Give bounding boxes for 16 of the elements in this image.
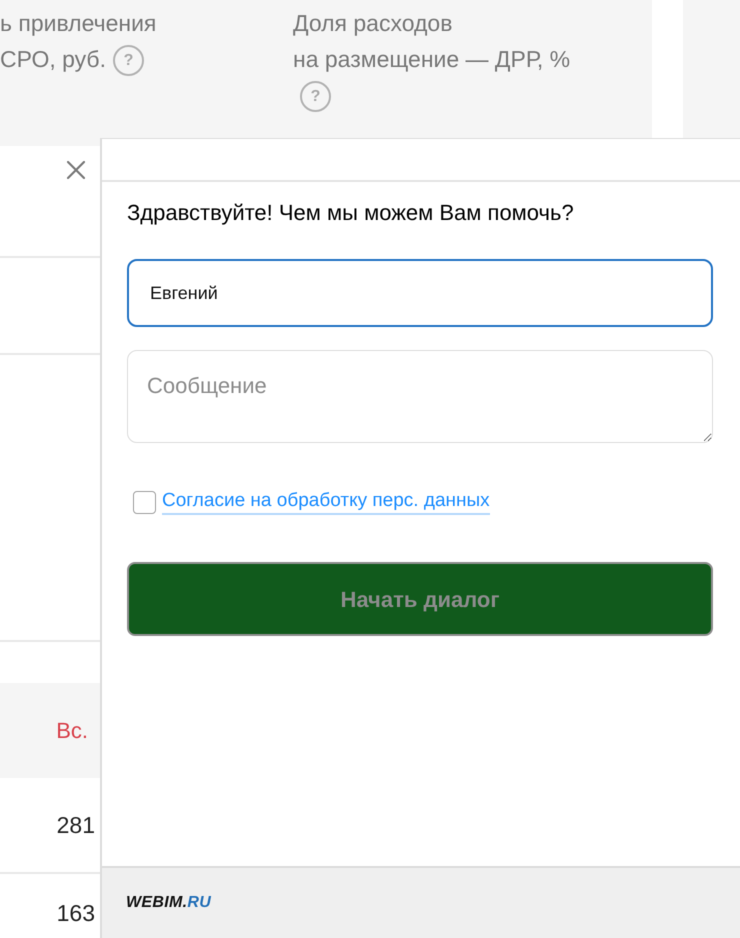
webim-logo[interactable]: WEBIM.RU bbox=[126, 891, 212, 915]
column-heading: Доля расходов bbox=[293, 9, 454, 38]
help-icon[interactable]: ? bbox=[112, 45, 144, 76]
column-heading: ь привлечения bbox=[0, 9, 158, 38]
column-heading: на размещение — ДРР, % bbox=[293, 46, 570, 72]
help-icon[interactable]: ? bbox=[300, 81, 331, 112]
consent-checkbox[interactable] bbox=[133, 490, 156, 514]
weekday-label: Вс. bbox=[56, 717, 88, 745]
message-field[interactable]: Сообщение bbox=[127, 350, 713, 443]
name-field[interactable]: Евгений bbox=[127, 259, 713, 327]
close-icon[interactable] bbox=[67, 161, 85, 179]
table-cell-text: 163 bbox=[56, 899, 95, 928]
table-cell-text: 281 bbox=[56, 810, 95, 840]
consent-link[interactable]: Согласие на обработку перс. данных bbox=[162, 489, 490, 515]
column-heading: СРО, руб. bbox=[0, 46, 106, 72]
greeting-text: Здравствуйте! Чем мы можем Вам помочь? bbox=[127, 199, 575, 227]
